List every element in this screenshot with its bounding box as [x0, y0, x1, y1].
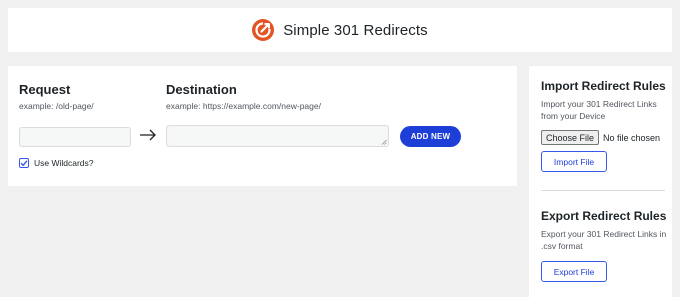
wildcards-option: Use Wildcards? — [19, 158, 94, 168]
import-file-button[interactable]: Import File — [541, 151, 607, 172]
no-file-text: No file chosen — [603, 132, 661, 143]
destination-input[interactable] — [166, 125, 389, 147]
import-description: Import your 301 Redirect Links from your… — [541, 99, 657, 121]
request-hint: example: /old-page/ — [19, 101, 94, 111]
export-description: Export your 301 Redirect Links in .csv f… — [541, 229, 667, 251]
checkmark-icon — [20, 160, 28, 167]
destination-hint: example: https://example.com/new-page/ — [166, 101, 321, 111]
request-input[interactable] — [19, 127, 131, 147]
wildcards-label: Use Wildcards? — [34, 158, 94, 168]
app-title: Simple 301 Redirects — [283, 21, 428, 39]
section-divider — [541, 190, 665, 191]
redirect-logo-icon — [252, 19, 275, 41]
export-file-button[interactable]: Export File — [541, 261, 607, 282]
file-picker: Choose File No file chosen — [541, 130, 660, 145]
redirect-form-card: Request example: /old-page/ Destination … — [8, 66, 517, 186]
choose-file-button[interactable]: Choose File — [541, 130, 600, 145]
destination-label: Destination — [166, 82, 237, 97]
arrow-right-icon — [140, 129, 156, 141]
add-new-button[interactable]: ADD NEW — [400, 126, 461, 147]
request-label: Request — [19, 82, 71, 97]
resize-handle-icon[interactable] — [381, 139, 387, 145]
wildcards-checkbox[interactable] — [19, 158, 29, 168]
import-title: Import Redirect Rules — [541, 79, 666, 93]
import-export-panel: Import Redirect Rules Import your 301 Re… — [529, 66, 672, 297]
app-header: Simple 301 Redirects — [8, 8, 672, 52]
export-title: Export Redirect Rules — [541, 209, 667, 223]
